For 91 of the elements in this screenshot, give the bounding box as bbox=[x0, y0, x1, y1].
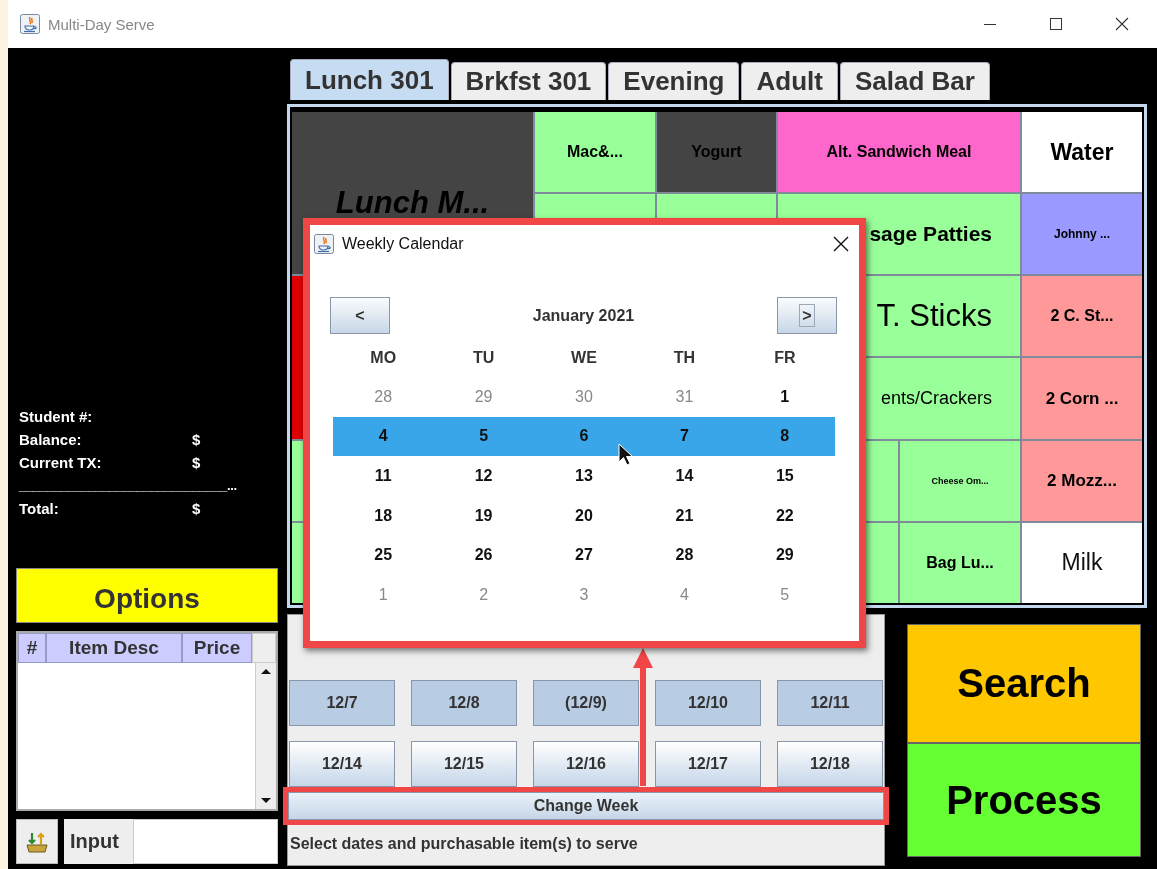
dialog-title: Weekly Calendar bbox=[342, 235, 464, 253]
info-value: $ bbox=[192, 431, 201, 448]
calendar-day[interactable]: 4 bbox=[333, 427, 434, 446]
calendar-day[interactable]: 30 bbox=[533, 387, 635, 406]
calendar-day[interactable]: 12 bbox=[433, 467, 534, 485]
calendar-day[interactable]: 29 bbox=[433, 387, 534, 406]
weekday-label: WE bbox=[570, 349, 598, 367]
date-button[interactable]: 12/11 bbox=[777, 680, 883, 726]
status-text: Select dates and purchasable item(s) to serve bbox=[289, 835, 639, 853]
menu-item-button[interactable]: Cheese Om... bbox=[900, 440, 1020, 521]
calendar-day[interactable]: 26 bbox=[433, 546, 534, 565]
close-icon[interactable] bbox=[833, 236, 849, 252]
calendar-day[interactable]: 5 bbox=[433, 427, 534, 446]
calendar-day[interactable]: 2 bbox=[433, 585, 534, 604]
menu-item-button[interactable]: Water bbox=[1022, 112, 1142, 193]
calendar-day[interactable]: 27 bbox=[533, 546, 635, 565]
tab[interactable]: Adult bbox=[741, 62, 838, 100]
info-label: Current TX: bbox=[19, 454, 103, 471]
separator-line: ______________________________... bbox=[19, 477, 238, 495]
calendar-day[interactable]: 21 bbox=[634, 506, 735, 525]
calendar-day[interactable]: 28 bbox=[634, 546, 735, 565]
calendar-day[interactable]: 14 bbox=[634, 467, 735, 485]
search-button[interactable]: Search bbox=[907, 624, 1141, 743]
column-header bbox=[252, 633, 276, 663]
input-field[interactable] bbox=[133, 819, 278, 864]
date-button[interactable]: 12/8 bbox=[411, 680, 517, 726]
total-value: $ bbox=[192, 500, 201, 517]
info-label: Balance: bbox=[19, 431, 83, 448]
menu-item-button[interactable]: 2 Corn ... bbox=[1022, 358, 1142, 439]
date-button[interactable]: 12/15 bbox=[411, 741, 517, 787]
process-button[interactable]: Process bbox=[907, 743, 1141, 857]
calendar-day[interactable]: 4 bbox=[634, 585, 735, 604]
change-week-button[interactable]: Change Week bbox=[288, 792, 884, 820]
options-button[interactable]: Options bbox=[16, 568, 278, 623]
tab[interactable]: Lunch 301 bbox=[290, 59, 449, 100]
calendar-day[interactable]: 6 bbox=[533, 427, 635, 446]
previous-month-button[interactable]: < bbox=[330, 297, 390, 334]
calendar-day[interactable]: 15 bbox=[734, 467, 835, 485]
import-button[interactable] bbox=[16, 819, 58, 864]
close-icon[interactable] bbox=[1115, 17, 1129, 31]
calendar-day[interactable]: 31 bbox=[634, 387, 735, 406]
tray-arrows-icon bbox=[25, 830, 49, 853]
column-header[interactable]: # bbox=[18, 633, 46, 663]
calendar-day[interactable]: 22 bbox=[734, 506, 835, 525]
window-title: Multi-Day Serve bbox=[48, 15, 155, 33]
app-icon bbox=[20, 14, 40, 34]
calendar-day[interactable]: 1 bbox=[333, 585, 434, 604]
weekday-label: MO bbox=[369, 349, 398, 367]
menu-item-button[interactable]: 2 C. St... bbox=[1022, 276, 1142, 357]
menu-item-button[interactable]: Milk bbox=[1022, 522, 1142, 603]
date-button[interactable]: 12/14 bbox=[289, 741, 395, 787]
date-button[interactable]: 12/10 bbox=[655, 680, 761, 726]
calendar-day[interactable]: 7 bbox=[634, 427, 735, 446]
calendar-day[interactable]: 13 bbox=[533, 467, 635, 485]
info-label: Student #: bbox=[19, 408, 94, 425]
calendar-day[interactable]: 20 bbox=[533, 506, 635, 525]
input-label: Input bbox=[64, 819, 133, 864]
date-button[interactable]: 12/18 bbox=[777, 741, 883, 787]
column-header[interactable]: Price bbox=[182, 633, 252, 663]
menu-item-button[interactable]: 2 Mozz... bbox=[1022, 440, 1142, 521]
menu-item-button[interactable]: Bag Lu... bbox=[900, 522, 1020, 603]
cursor-icon bbox=[618, 443, 634, 467]
calendar-day[interactable]: 18 bbox=[333, 506, 434, 525]
date-button[interactable]: (12/9) bbox=[533, 680, 639, 726]
tab[interactable]: Salad Bar bbox=[839, 62, 990, 100]
date-button[interactable]: 12/16 bbox=[533, 741, 639, 787]
column-header[interactable]: Item Desc bbox=[46, 633, 182, 663]
menu-item-button[interactable]: Johnny ... bbox=[1022, 194, 1142, 275]
calendar-day[interactable]: 3 bbox=[533, 585, 635, 604]
calendar-day[interactable]: 29 bbox=[734, 546, 835, 565]
calendar-day[interactable]: 19 bbox=[433, 506, 534, 525]
date-button[interactable]: 12/17 bbox=[655, 741, 761, 787]
info-value: $ bbox=[192, 454, 201, 471]
scrollbar[interactable] bbox=[255, 663, 276, 809]
month-label: January 2021 bbox=[532, 306, 635, 325]
menu-item-button[interactable]: Mac&... bbox=[535, 112, 655, 193]
next-month-button[interactable]: > bbox=[777, 297, 837, 334]
calendar-day[interactable]: 11 bbox=[333, 467, 434, 485]
calendar-day[interactable]: 28 bbox=[333, 387, 434, 406]
tab[interactable]: Brkfst 301 bbox=[450, 62, 607, 100]
tab[interactable]: Evening bbox=[608, 62, 740, 100]
date-button[interactable]: 12/7 bbox=[289, 680, 395, 726]
calendar-day[interactable]: 5 bbox=[734, 585, 835, 604]
maximize-icon[interactable] bbox=[1049, 17, 1063, 31]
selected-week-row[interactable]: 4 5 6 7 8 bbox=[333, 416, 835, 457]
menu-item-button[interactable]: Alt. Sandwich Meal bbox=[778, 112, 1020, 193]
total-label: Total: bbox=[19, 500, 60, 517]
calendar-day[interactable]: 25 bbox=[333, 546, 434, 565]
weekday-label: TU bbox=[471, 349, 496, 367]
app-icon bbox=[314, 234, 334, 254]
weekday-label: TH bbox=[672, 349, 697, 367]
